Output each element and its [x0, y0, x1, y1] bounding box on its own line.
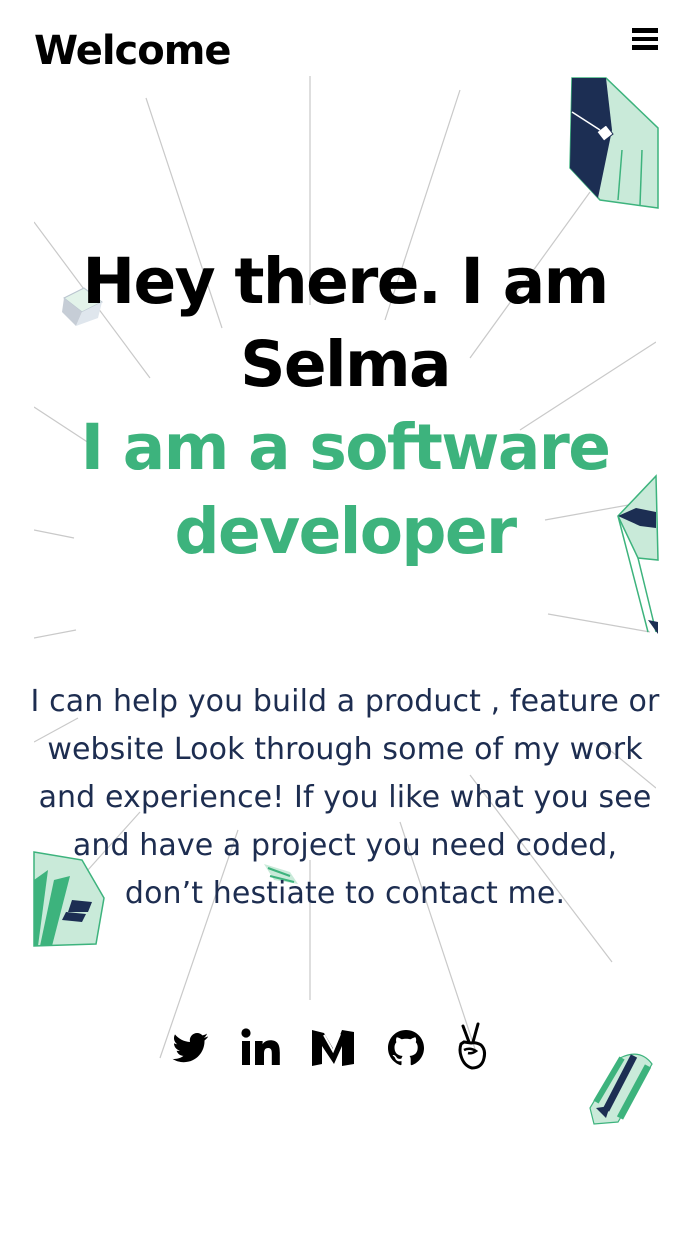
hero-title: Hey there. I am Selma [82, 245, 609, 401]
hero-subtitle: I am a software developer [80, 411, 611, 568]
github-icon [388, 1030, 424, 1066]
angellist-link[interactable] [454, 1020, 490, 1076]
pencil-shape-bottom-right [589, 1053, 653, 1125]
menu-button[interactable] [630, 28, 660, 56]
linkedin-icon [241, 1028, 280, 1065]
intro-text: I can help you build a product , feature… [30, 684, 660, 911]
angellist-icon [458, 1022, 487, 1070]
hero-section: Hey there. I am Selma I am a software de… [34, 240, 656, 574]
hamburger-icon [630, 28, 660, 50]
github-link[interactable] [386, 1020, 426, 1076]
linkedin-link[interactable] [240, 1020, 282, 1076]
crystal-shape-top-right [569, 77, 659, 209]
site-logo[interactable]: Welcome [34, 28, 232, 74]
medium-link[interactable] [310, 1020, 356, 1076]
medium-icon [312, 1030, 354, 1066]
site-header: Welcome [0, 0, 688, 90]
twitter-link[interactable] [170, 1020, 210, 1076]
social-links [160, 1020, 500, 1080]
twitter-icon [172, 1033, 209, 1063]
